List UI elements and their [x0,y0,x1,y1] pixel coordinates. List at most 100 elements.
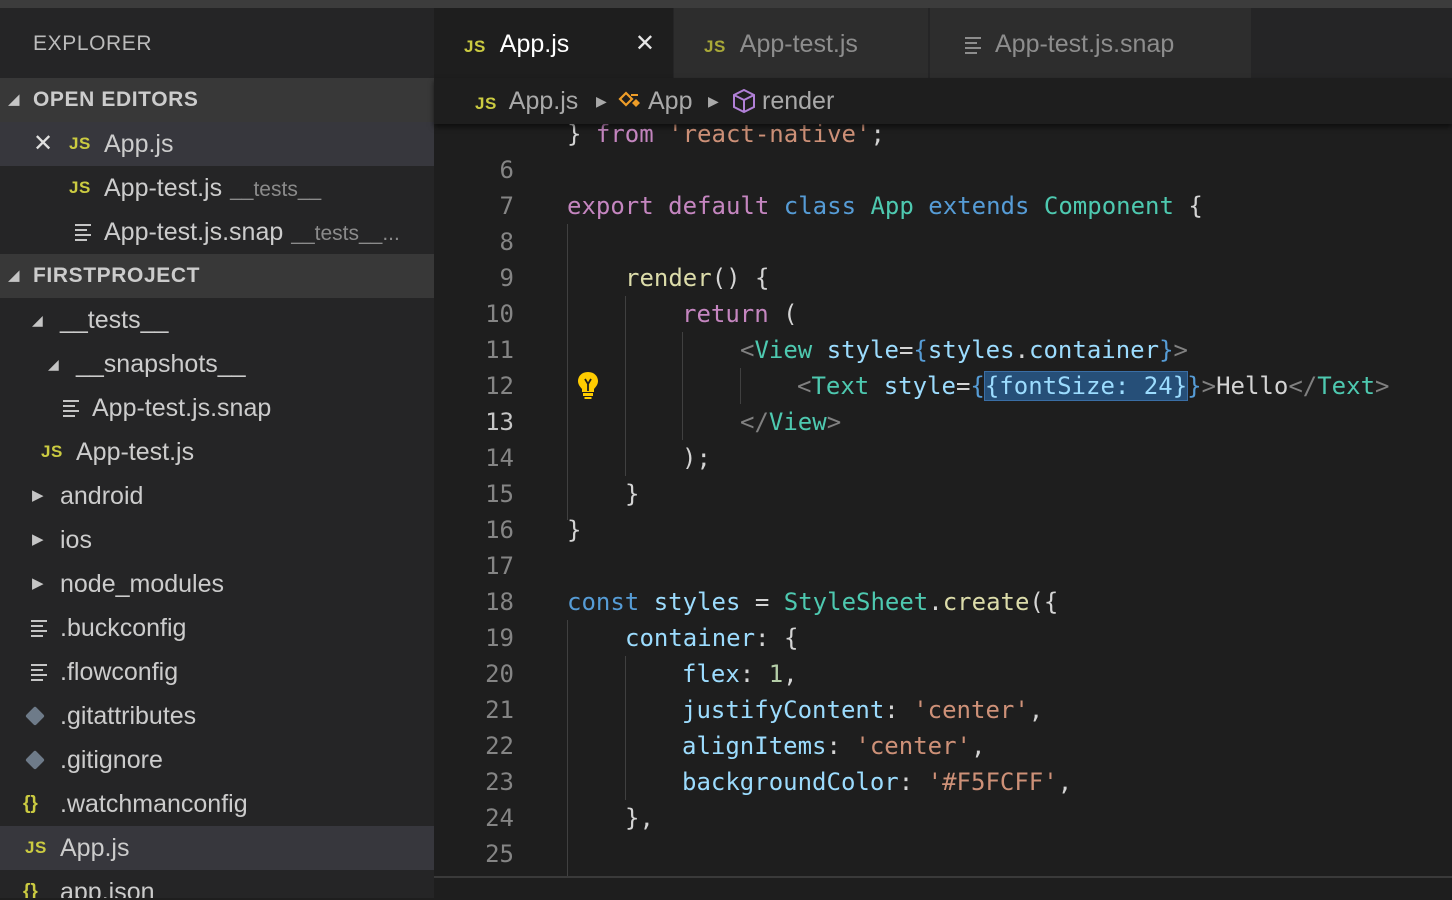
json-file-icon: {} [23,881,38,898]
breadcrumb-method-label: render [762,87,835,115]
open-editors-label: OPEN EDITORS [33,88,199,111]
chevron-right-icon: ▶ [708,93,719,109]
js-file-icon: JS [464,37,486,56]
close-icon[interactable]: ✕ [33,122,53,166]
open-editor-path: __tests__ [230,178,322,201]
tree-item-label: .buckconfig [60,614,187,642]
file-lines-icon [63,386,79,430]
chevron-down-icon: ◢ [32,312,43,328]
tree-file-watchmanconfig[interactable]: {} .watchmanconfig [0,782,434,826]
tree-item-label: __snapshots__ [76,350,246,378]
lightbulb-icon[interactable] [574,370,602,400]
js-file-icon: JS [69,178,91,197]
tab-label: App-test.js [739,30,858,58]
chevron-right-icon: ▶ [596,93,607,109]
tree-file-gitignore[interactable]: .gitignore [0,738,434,782]
tree-file-app-json[interactable]: {} app.json [0,870,434,898]
breadcrumb: JS App.js ▶ App ▶ render [434,78,1452,124]
js-file-icon: JS [41,442,63,461]
tree-file-app-test-js[interactable]: JS App-test.js [0,430,434,474]
tree-item-label: .gitattributes [60,702,197,730]
close-icon[interactable]: ✕ [635,8,655,80]
tree-item-label: .gitignore [60,746,163,774]
tree-item-label: App.js [60,834,130,862]
tree-item-label: .flowconfig [60,658,179,686]
code-line: 24 backgroundColor: '#F5FCFF', [434,764,1452,832]
file-lines-icon [31,606,47,650]
tab-app-js[interactable]: JS App.js ✕ [434,8,673,78]
tree-file-buckconfig[interactable]: .buckconfig [0,606,434,650]
window-top-strip [0,0,1452,8]
project-header[interactable]: ◢ FIRSTPROJECT [0,254,434,298]
breadcrumb-class-label: App [648,87,693,115]
tree-item-label: ios [60,526,92,554]
tree-item-label: node_modules [60,570,225,598]
code-line: 12 <View style={styles.container}> [434,332,1452,400]
code-line: 26 [434,836,1452,872]
tree-folder-ios[interactable]: ▶ ios [0,518,434,562]
file-lines-icon [75,210,91,254]
js-file-icon: JS [704,37,726,56]
explorer-title: EXPLORER [33,32,153,55]
tab-label: App.js [499,30,570,58]
chevron-down-icon: ◢ [48,356,59,372]
code-line: 23 alignItems: 'center', [434,728,1452,796]
file-lines-icon [965,36,981,54]
chevron-down-icon: ◢ [8,91,21,108]
breadcrumb-method[interactable]: render [732,78,834,124]
tree-file-app-test-snap[interactable]: App-test.js.snap [0,386,434,430]
text-selection: {fontSize: 24} [983,371,1189,401]
method-cube-icon [733,88,755,114]
code-line: 15 ); [434,440,1452,508]
chevron-right-icon: ▶ [32,575,44,592]
tree-item-label: App-test.js.snap [92,394,272,422]
open-editor-label: App-test.js [104,174,223,202]
explorer-sidebar: EXPLORER ◢ OPEN EDITORS ✕ JS App.js JS A… [0,8,434,898]
js-file-icon: JS [475,94,497,113]
js-file-icon: JS [69,134,91,153]
tab-app-test-js[interactable]: JS App-test.js [674,8,928,78]
chevron-down-icon: ◢ [8,267,21,284]
json-file-icon: {} [23,793,38,814]
tree-item-label: App-test.js [76,438,195,466]
open-editors-header[interactable]: ◢ OPEN EDITORS [0,78,434,122]
tree-folder-node-modules[interactable]: ▶ node_modules [0,562,434,606]
code-line: 6 } from 'react-native'; [434,124,1452,184]
chevron-right-icon: ▶ [32,531,44,548]
code-line: 11 return ( [434,296,1452,364]
file-lines-icon [31,650,47,694]
tree-item-label: __tests__ [60,306,169,334]
code-line: 17 } [434,512,1452,580]
code-line: 21 flex: 1, [434,656,1452,724]
git-icon [25,738,45,782]
breadcrumb-class[interactable]: App [618,78,692,124]
code-line: 20 container: { [434,620,1452,688]
tab-app-test-snap[interactable]: App-test.js.snap [930,8,1251,78]
tree-file-flowconfig[interactable]: .flowconfig [0,650,434,694]
open-editor-path: __tests__... [291,222,400,245]
project-label: FIRSTPROJECT [33,264,201,287]
tree-file-app-js[interactable]: JS App.js [0,826,434,870]
tree-folder-snapshots[interactable]: ◢ __snapshots__ [0,342,434,386]
horizontal-scrollbar[interactable] [434,876,1452,900]
code-line: 14 </View> [434,404,1452,472]
code-line: 22 justifyContent: 'center', [434,692,1452,760]
code-line: 25 }, [434,800,1452,868]
class-symbol-icon [618,91,640,107]
code-editor[interactable]: 6 } from 'react-native'; 7 8 export defa… [434,124,1452,876]
code-line: 10 render() { [434,260,1452,328]
code-line: 9 [434,224,1452,292]
tree-file-gitattributes[interactable]: .gitattributes [0,694,434,738]
tree-item-label: app.json [60,878,155,898]
code-line: 8 export default class App extends Compo… [434,188,1452,256]
tree-item-label: .watchmanconfig [60,790,248,818]
breadcrumb-file[interactable]: JS App.js [475,78,578,124]
code-line: 18 [434,548,1452,616]
tree-item-label: android [60,482,144,510]
code-line: 19 const styles = StyleSheet.create({ [434,584,1452,652]
tree-folder-tests[interactable]: ◢ __tests__ [0,298,434,342]
open-editor-item-app-test-snap[interactable]: App-test.js.snap __tests__... [0,210,434,254]
open-editor-item-app-js[interactable]: ✕ JS App.js [0,122,434,166]
open-editor-item-app-test-js[interactable]: JS App-test.js __tests__ [0,166,434,210]
tree-folder-android[interactable]: ▶ android [0,474,434,518]
